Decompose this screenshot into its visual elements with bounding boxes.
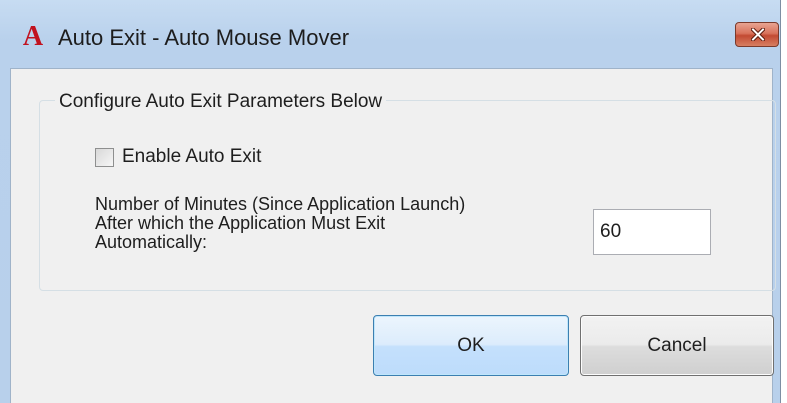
autocad-a-icon: A [22,21,44,52]
enable-auto-exit-label[interactable]: Enable Auto Exit [122,146,261,168]
close-icon [751,28,765,41]
minutes-description-line: After which the Application Must Exit [95,213,386,233]
title-bar[interactable]: A Auto Exit - Auto Mouse Mover [0,0,781,68]
minutes-input[interactable] [593,209,711,255]
minutes-description-line: Number of Minutes (Since Application Lau… [95,194,466,214]
cancel-button[interactable]: Cancel [580,315,774,376]
enable-auto-exit-checkbox[interactable] [95,148,114,167]
dialog-content: Configure Auto Exit Parameters Below Ena… [10,68,776,403]
close-button[interactable] [735,22,779,47]
minutes-description-line: Automatically: [95,232,208,252]
window-title: Auto Exit - Auto Mouse Mover [58,25,350,50]
minutes-description: Number of Minutes (Since Application Lau… [95,195,465,252]
ok-button[interactable]: OK [373,315,569,376]
groupbox-legend: Configure Auto Exit Parameters Below [55,91,387,113]
